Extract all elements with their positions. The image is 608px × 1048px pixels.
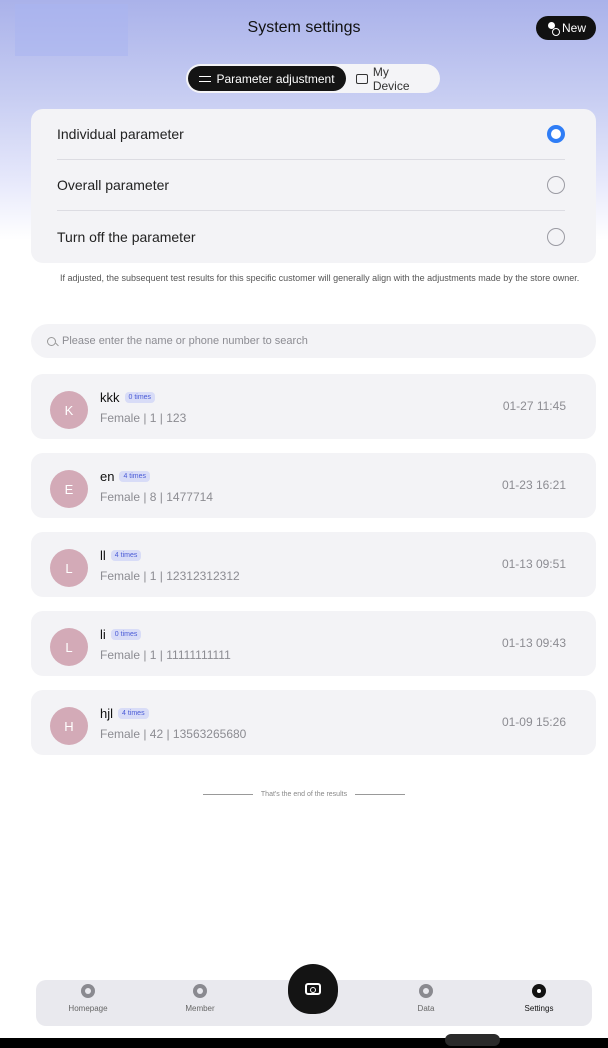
radio-selected[interactable] [547,125,565,143]
visit-count-badge: 4 times [110,550,142,561]
list-item[interactable]: E en 4 times Female | 8 | 1477714 01-23 … [31,453,596,518]
tab-my-device[interactable]: My Device [346,64,438,93]
avatar: H [50,707,88,745]
end-of-results-text: That's the end of the results [260,791,348,798]
customer-time: 01-09 15:26 [501,715,566,729]
visit-count-badge: 4 times [118,708,149,719]
option-label: Individual parameter [57,126,184,142]
nav-data[interactable]: Data [386,984,466,1013]
list-item[interactable]: K kkk 0 times Female | 1 | 123 01-27 11:… [31,374,596,439]
customer-name: kkk [100,390,120,405]
page-title: System settings [247,19,361,36]
customer-name: li [100,627,106,642]
customer-time: 01-13 09:43 [501,636,566,650]
nav-settings[interactable]: Settings [499,984,579,1013]
nav-label: Member [185,1004,215,1013]
customer-info: Female | 1 | 11111111111 [100,648,231,662]
customer-info: Female | 42 | 13563265680 [100,727,247,741]
customer-time: 01-23 16:21 [501,478,566,492]
avatar: L [50,549,88,587]
avatar: E [50,470,88,508]
divider [355,794,406,795]
divider [202,794,253,795]
device-icon [356,73,368,84]
customer-time: 01-27 11:45 [502,399,566,413]
visit-count-badge: 4 times [119,471,151,482]
new-button-label: New [561,21,586,35]
search-icon [47,336,56,346]
camera-button[interactable] [288,964,338,1014]
option-turn-off-parameter[interactable]: Turn off the parameter [57,211,565,262]
add-user-icon [546,22,560,36]
option-label: Turn off the parameter [57,228,196,245]
home-icon [81,984,95,998]
header: System settings New [0,0,608,60]
parameter-note: If adjusted, the subsequent test results… [60,273,580,283]
customer-info: Female | 1 | 12312312312 [100,569,240,583]
settings-icon [532,984,546,998]
visit-count-badge: 0 times [110,629,142,640]
tab-parameter-adjustment-label: Parameter adjustment [216,71,335,86]
option-overall-parameter[interactable]: Overall parameter [57,160,565,211]
avatar: K [50,391,88,429]
tab-my-device-label: My Device [372,64,410,93]
radio-unselected[interactable] [547,176,565,194]
nav-label: Settings [524,1004,554,1013]
list-item[interactable]: L li 0 times Female | 1 | 11111111111 01… [31,611,596,676]
customer-name: ll [100,548,106,563]
list-item[interactable]: L ll 4 times Female | 1 | 12312312312 01… [31,532,596,597]
customer-name: hjl [100,706,114,721]
search-placeholder: Please enter the name or phone number to… [62,335,308,347]
customer-name: en [100,469,115,484]
tab-parameter-adjustment[interactable]: Parameter adjustment [188,66,346,91]
data-icon [419,984,433,998]
visit-count-badge: 0 times [124,392,156,403]
nav-label: Homepage [68,1004,108,1013]
nav-homepage[interactable]: Homepage [48,984,128,1013]
sliders-icon [199,74,212,84]
system-navigation-bar [0,1034,608,1048]
member-icon [193,984,207,998]
camera-icon [305,983,321,995]
customer-info: Female | 1 | 123 [100,411,187,425]
end-of-results: That's the end of the results [0,791,608,798]
list-item[interactable]: H hjl 4 times Female | 42 | 13563265680 … [31,690,596,755]
parameter-options-card: Individual parameter Overall parameter T… [31,109,596,263]
customer-info: Female | 8 | 1477714 [100,490,213,504]
option-label: Overall parameter [57,177,170,193]
option-individual-parameter[interactable]: Individual parameter [57,109,565,160]
avatar: L [50,628,88,666]
radio-unselected[interactable] [547,227,565,246]
new-button[interactable]: New [536,16,596,40]
home-indicator[interactable] [445,1034,500,1046]
search-input[interactable]: Please enter the name or phone number to… [31,324,596,358]
nav-member[interactable]: Member [160,984,240,1013]
customer-time: 01-13 09:51 [501,557,566,571]
nav-label: Data [417,1004,435,1013]
settings-tabs: Parameter adjustment My Device [186,64,440,93]
